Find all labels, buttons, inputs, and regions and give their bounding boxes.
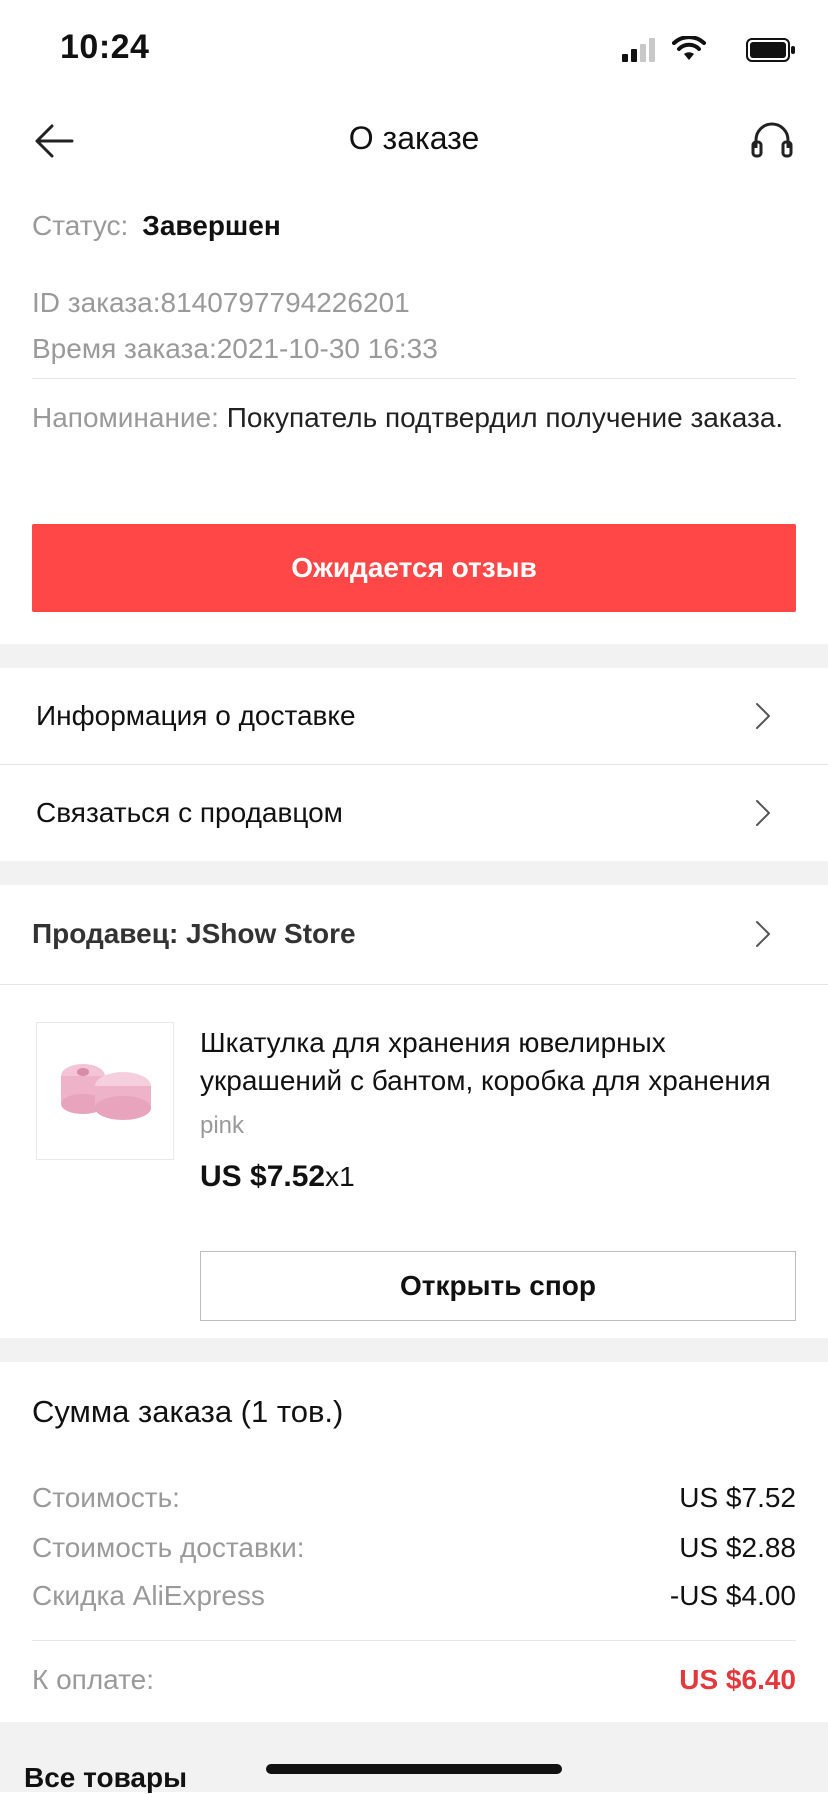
product-image[interactable] <box>36 1022 174 1160</box>
section-gap <box>0 1338 828 1362</box>
summary-label: Стоимость: <box>32 1482 180 1513</box>
summary-value: -US $4.00 <box>669 1580 796 1611</box>
total-value: US $6.40 <box>679 1664 796 1695</box>
summary-value: US $7.52 <box>679 1482 796 1513</box>
row-divider <box>0 984 828 985</box>
contact-seller-label: Связаться с продавцом <box>36 797 343 828</box>
product-quantity: x1 <box>325 1161 355 1192</box>
divider <box>32 1640 796 1641</box>
section-gap <box>0 861 828 885</box>
status-label: Статус: <box>32 210 129 241</box>
order-summary-title: Сумма заказа (1 тов.) <box>32 1394 344 1429</box>
summary-row-discount: Скидка AliExpress -US $4.00 <box>32 1580 796 1624</box>
seller-label: Продавец: JShow Store <box>32 918 356 949</box>
seller-row[interactable]: Продавец: JShow Store <box>0 885 828 983</box>
summary-label: Стоимость доставки: <box>32 1532 305 1563</box>
open-dispute-button[interactable]: Открыть спор <box>200 1251 796 1321</box>
price-value: US $7.52 <box>200 1160 326 1193</box>
home-indicator[interactable] <box>266 1764 562 1774</box>
order-time: Время заказа:2021-10-30 16:33 <box>32 333 438 364</box>
jewelry-box-image <box>61 1064 151 1120</box>
status-value: Завершен <box>142 210 281 241</box>
contact-seller-row[interactable]: Связаться с продавцом <box>0 765 828 861</box>
wifi-icon <box>672 36 706 60</box>
delivery-info-row[interactable]: Информация о доставке <box>0 668 828 764</box>
product-variant: pink <box>200 1112 245 1139</box>
chevron-right-icon <box>756 800 770 826</box>
chevron-right-icon <box>756 921 770 947</box>
total-label: К оплате: <box>32 1664 154 1695</box>
chevron-right-icon <box>756 703 770 729</box>
summary-row-cost: Стоимость: US $7.52 <box>32 1482 796 1526</box>
reminder: Напоминание: Покупатель подтвердил получ… <box>32 399 796 437</box>
nav-bar: О заказе <box>0 100 828 182</box>
page-title: О заказе <box>348 120 480 156</box>
summary-row-shipping: Стоимость доставки: US $2.88 <box>32 1532 796 1576</box>
section-gap <box>0 644 828 668</box>
headset-icon <box>751 122 793 158</box>
battery-icon <box>746 38 795 62</box>
divider <box>32 378 796 379</box>
all-items-title: Все товары <box>24 1762 188 1793</box>
status-bar: 10:24 <box>0 0 828 100</box>
summary-row-total: К оплате: US $6.40 <box>32 1664 796 1708</box>
order-status-block: Статус: Завершен ID заказа:81407977942262… <box>32 210 796 437</box>
reminder-text: Покупатель подтвердил получение заказа. <box>226 402 784 433</box>
delivery-info-label: Информация о доставке <box>36 700 356 731</box>
reminder-label: Напоминание: <box>32 402 219 433</box>
support-button[interactable] <box>748 116 798 166</box>
product-price: US $7.52x1 <box>200 1160 355 1194</box>
status-row: Статус: Завершен <box>32 210 796 262</box>
order-id: ID заказа:8140797794226201 <box>32 287 410 318</box>
product-title[interactable]: Шкатулка для хранения ювелирных украшени… <box>200 1024 800 1100</box>
status-time: 10:24 <box>60 28 150 66</box>
review-button[interactable]: Ожидается отзыв <box>32 524 796 612</box>
signal-icon <box>622 38 655 62</box>
summary-value: US $2.88 <box>679 1532 796 1563</box>
summary-label: Скидка AliExpress <box>32 1580 265 1611</box>
